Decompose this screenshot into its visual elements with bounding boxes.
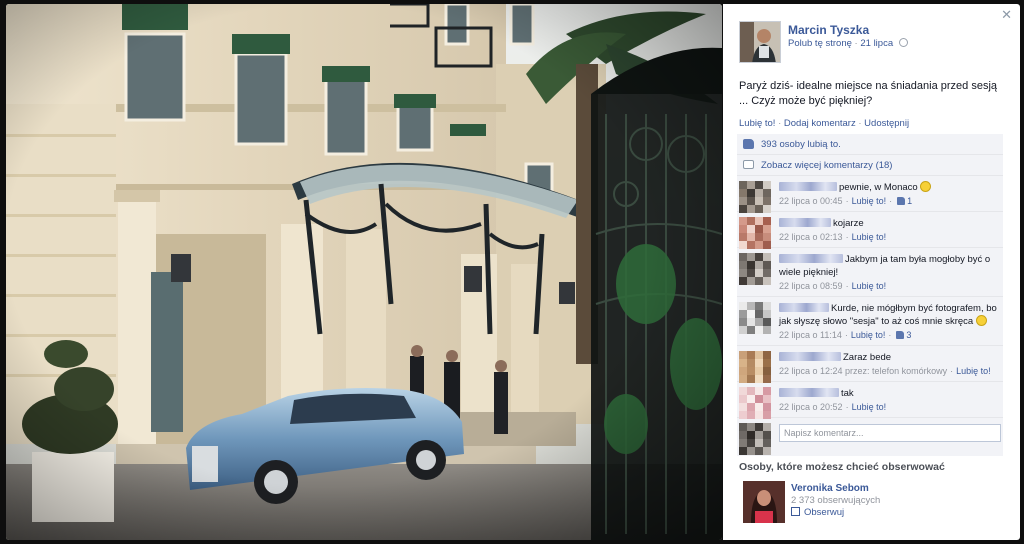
- post-actions: Lubię to! · Dodaj komentarz · Udostępnij: [739, 118, 909, 129]
- comment-meta: 22 lipca o 08:59 · Lubię to!: [779, 281, 997, 291]
- post-text: Paryż dziś- idealne miejsce na śniadania…: [739, 80, 998, 107]
- comment-like-link[interactable]: Lubię to!: [851, 330, 886, 340]
- follow-icon: [791, 507, 800, 516]
- meta-separator: ·: [889, 196, 893, 206]
- comment-bubble-icon: [743, 159, 754, 169]
- comment-time-link[interactable]: 22 lipca o 12:24 przez: telefon komórkow…: [779, 366, 947, 376]
- post-date-link[interactable]: 21 lipca: [860, 38, 893, 49]
- author-avatar[interactable]: [739, 21, 781, 63]
- thumbs-up-icon: [743, 138, 754, 149]
- comment-meta: 22 lipca o 11:14 · Lubię to! · 3: [779, 330, 997, 340]
- meta-separator: ·: [845, 402, 849, 412]
- comment-item: Zaraz bede 22 lipca o 12:24 przez: telefo…: [737, 346, 1003, 383]
- comment-text: pewnie, w Monaco: [839, 182, 918, 193]
- comment-input[interactable]: [779, 424, 1001, 442]
- commenter-avatar[interactable]: [739, 253, 771, 285]
- commenter-avatar[interactable]: [739, 217, 771, 249]
- thumbs-up-icon: [897, 197, 906, 205]
- commenter-name-link[interactable]: [779, 254, 843, 263]
- comment-item: pewnie, w Monaco 22 lipca o 00:45 · Lubię …: [737, 176, 1003, 213]
- likes-count-link[interactable]: 393 osoby lubią to.: [761, 139, 841, 150]
- feedback-box: 393 osoby lubią to. Zobacz więcej koment…: [737, 134, 1003, 456]
- thumbs-up-icon: [896, 331, 905, 339]
- smile-emoji-icon: [920, 181, 932, 192]
- photo-image: [6, 4, 722, 540]
- author-meta: Polub tę stronę · 21 lipca: [788, 38, 908, 49]
- author-name-link[interactable]: Marcin Tyszka: [788, 23, 869, 37]
- like-action-link[interactable]: Lubię to!: [739, 118, 775, 129]
- commenter-name-link[interactable]: [779, 352, 841, 361]
- comment-text: Zaraz bede: [843, 352, 892, 363]
- comment-like-link[interactable]: Lubię to!: [852, 232, 887, 242]
- comment-text: kojarze: [833, 218, 864, 229]
- comment-item: Jakbym ja tam była mogłoby być o wiele p…: [737, 248, 1003, 297]
- commenter-avatar[interactable]: [739, 302, 771, 334]
- close-icon[interactable]: ✕: [1001, 8, 1012, 22]
- commenter-name-link[interactable]: [779, 218, 831, 227]
- comment-list: pewnie, w Monaco 22 lipca o 00:45 · Lubię …: [737, 176, 1003, 419]
- commenter-name-link[interactable]: [779, 388, 839, 397]
- comment-action-link[interactable]: Dodaj komentarz: [784, 118, 856, 129]
- comment-item: tak 22 lipca o 20:52 · Lubię to!: [737, 382, 1003, 419]
- comment-item: kojarze 22 lipca o 02:13 · Lubię to!: [737, 212, 1003, 249]
- like-page-link[interactable]: Polub tę stronę: [788, 38, 852, 49]
- comment-like-count[interactable]: 3: [906, 330, 911, 340]
- comment-like-link[interactable]: Lubię to!: [852, 281, 887, 291]
- comment-body: pewnie, w Monaco: [779, 181, 997, 194]
- meta-separator: ·: [845, 281, 849, 291]
- comment-body: Zaraz bede: [779, 351, 997, 364]
- comment-meta: 22 lipca o 00:45 · Lubię to! · 1: [779, 196, 997, 206]
- photo-viewer: ✕ Marcin Tyszka Polub tę stronę · 21 lip…: [0, 0, 1024, 544]
- comment-like-link[interactable]: Lubię to!: [956, 366, 991, 376]
- follow-button[interactable]: Obserwuj: [791, 507, 844, 518]
- comment-item: Kurde, nie mógłbym być fotografem, bo ja…: [737, 297, 1003, 346]
- commenter-name-link[interactable]: [779, 303, 829, 312]
- action-separator: ·: [778, 118, 782, 129]
- comment-body: Kurde, nie mógłbym być fotografem, bo ja…: [779, 302, 997, 328]
- comment-body: tak: [779, 387, 997, 400]
- likes-row: 393 osoby lubią to.: [737, 134, 1003, 155]
- meta-separator: ·: [950, 366, 954, 376]
- comment-body: kojarze: [779, 217, 997, 230]
- meta-separator: ·: [845, 232, 849, 242]
- comment-like-link[interactable]: Lubię to!: [852, 196, 887, 206]
- meta-separator: ·: [845, 196, 849, 206]
- meta-separator: ·: [844, 330, 848, 340]
- comment-time-link[interactable]: 22 lipca o 00:45: [779, 196, 843, 206]
- suggestions-title: Osoby, które możesz chcieć obserwować: [739, 461, 945, 473]
- comment-meta: 22 lipca o 02:13 · Lubię to!: [779, 232, 997, 242]
- comment-body: Jakbym ja tam była mogłoby być o wiele p…: [779, 253, 997, 279]
- meta-separator: ·: [888, 330, 892, 340]
- suggested-person-name[interactable]: Veronika Sebom: [791, 483, 869, 494]
- smile-emoji-icon: [975, 315, 987, 326]
- comment-meta: 22 lipca o 12:24 przez: telefon komórkow…: [779, 366, 997, 376]
- comment-time-link[interactable]: 22 lipca o 20:52: [779, 402, 843, 412]
- commenter-name-link[interactable]: [779, 182, 837, 191]
- globe-icon: [898, 38, 908, 47]
- suggested-person-image: [743, 481, 785, 523]
- comment-meta: 22 lipca o 20:52 · Lubię to!: [779, 402, 997, 412]
- write-comment-row: [737, 418, 1003, 456]
- comment-like-link[interactable]: Lubię to!: [852, 402, 887, 412]
- commenter-avatar[interactable]: [739, 181, 771, 213]
- more-comments-row: Zobacz więcej komentarzy (18): [737, 155, 1003, 176]
- action-separator: ·: [858, 118, 862, 129]
- suggested-person-followers: 2 373 obserwujących: [791, 495, 881, 506]
- photo[interactable]: [6, 4, 722, 540]
- comment-like-count[interactable]: 1: [907, 196, 912, 206]
- commenter-avatar[interactable]: [739, 351, 771, 383]
- meta-separator: ·: [854, 38, 858, 49]
- comment-text: tak: [841, 388, 854, 399]
- more-comments-link[interactable]: Zobacz więcej komentarzy (18): [761, 160, 892, 171]
- author-avatar-image: [740, 22, 780, 62]
- suggested-person-avatar[interactable]: [743, 481, 785, 523]
- share-action-link[interactable]: Udostępnij: [864, 118, 909, 129]
- photo-info-panel: ✕ Marcin Tyszka Polub tę stronę · 21 lip…: [723, 4, 1020, 540]
- comment-time-link[interactable]: 22 lipca o 08:59: [779, 281, 843, 291]
- comment-time-link[interactable]: 22 lipca o 11:14: [779, 330, 842, 340]
- comment-time-link[interactable]: 22 lipca o 02:13: [779, 232, 843, 242]
- follow-label: Obserwuj: [804, 507, 845, 518]
- commenter-avatar[interactable]: [739, 387, 771, 419]
- my-avatar: [739, 423, 771, 455]
